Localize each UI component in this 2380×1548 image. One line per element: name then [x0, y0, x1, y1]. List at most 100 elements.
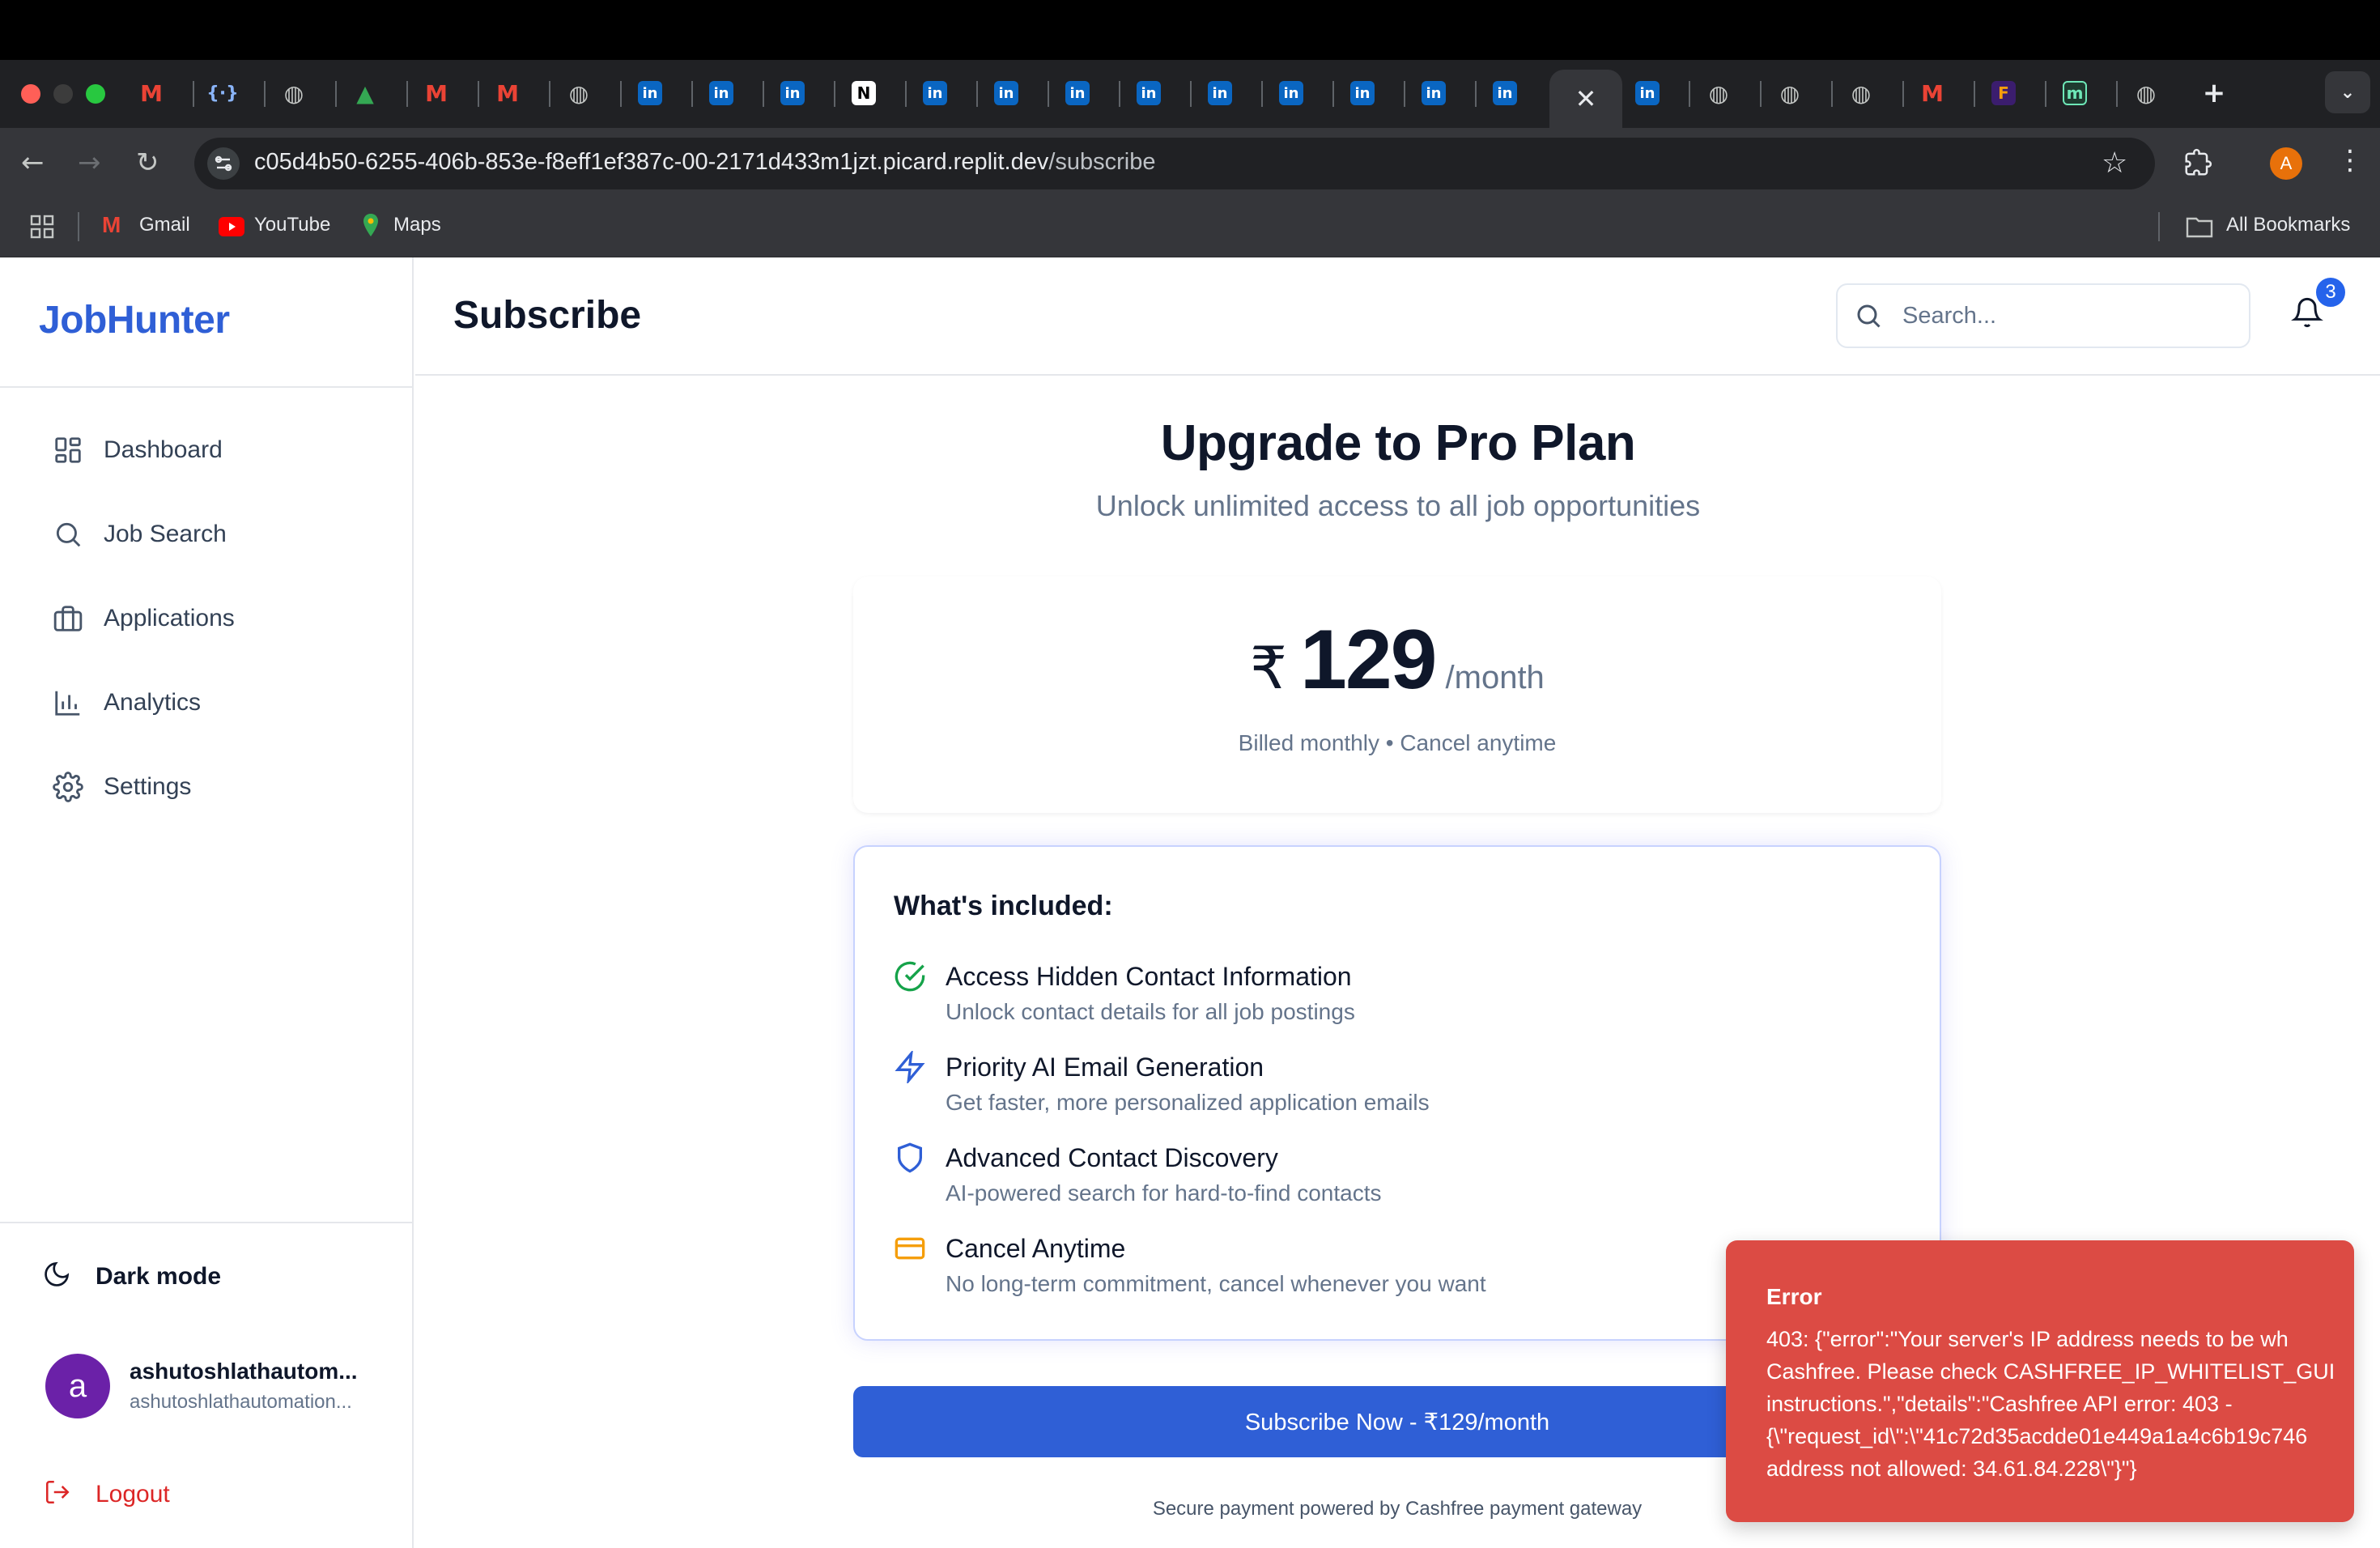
- sidebar-item-label: Applications: [104, 605, 235, 632]
- back-icon[interactable]: ←: [21, 144, 45, 181]
- tab-code-icon[interactable]: {·}: [206, 81, 239, 105]
- tab-linkedin-icon[interactable]: in: [1350, 81, 1375, 105]
- tab-gmail-icon[interactable]: M: [424, 80, 448, 107]
- tab-linkedin-icon[interactable]: in: [1279, 81, 1303, 105]
- price-currency: ₹: [1250, 636, 1287, 701]
- sidebar-item-label: Analytics: [104, 689, 202, 716]
- tab-app-icon[interactable]: m: [2063, 81, 2087, 105]
- notification-badge: 3: [2314, 275, 2348, 309]
- toast-message: 403: {"error":"Your server's IP address …: [1766, 1327, 2335, 1481]
- tab-linkedin-icon[interactable]: in: [1065, 81, 1090, 105]
- new-tab-button[interactable]: +: [2202, 77, 2226, 109]
- tab-separator: [1190, 81, 1192, 107]
- url-host: c05d4b50-6255-406b-853e-f8eff1ef387c-00-…: [254, 149, 1049, 175]
- apps-grid-icon[interactable]: [29, 214, 55, 244]
- dark-mode-toggle[interactable]: Dark mode: [42, 1260, 221, 1293]
- tab-linkedin-icon[interactable]: in: [1635, 81, 1660, 105]
- tab-app-icon[interactable]: F: [1991, 81, 2016, 105]
- billing-note: Billed monthly • Cancel anytime: [1238, 730, 1557, 755]
- tab-globe-icon[interactable]: ◍: [1706, 80, 1731, 107]
- sidebar-item-label: Settings: [104, 773, 192, 800]
- sidebar-item-label: Job Search: [104, 521, 227, 547]
- extensions-icon[interactable]: [2182, 147, 2213, 182]
- tab-globe-icon[interactable]: ◍: [282, 80, 306, 107]
- search-input[interactable]: [1836, 283, 2250, 348]
- tab-globe-icon[interactable]: ◍: [2134, 80, 2158, 107]
- reload-icon[interactable]: ↻: [136, 144, 159, 181]
- sidebar-divider: [0, 386, 414, 388]
- sidebar-item-dashboard[interactable]: Dashboard: [32, 419, 380, 481]
- window-minimize-button[interactable]: [53, 84, 73, 104]
- tab-separator: [2045, 81, 2046, 107]
- tab-notion-icon[interactable]: N: [852, 81, 876, 105]
- logout-icon: [44, 1478, 71, 1510]
- feature-description: AI-powered search for hard-to-find conta…: [946, 1180, 1382, 1206]
- tab-linkedin-icon[interactable]: in: [923, 81, 947, 105]
- tab-search-button[interactable]: ⌄: [2325, 71, 2370, 113]
- bookmark-maps[interactable]: Maps: [393, 214, 441, 236]
- all-bookmarks[interactable]: All Bookmarks: [2226, 214, 2350, 236]
- tab-linkedin-icon[interactable]: in: [1493, 81, 1517, 105]
- forward-icon[interactable]: →: [78, 144, 101, 181]
- bookmark-gmail[interactable]: Gmail: [139, 214, 190, 236]
- tab-close-icon[interactable]: ✕: [1575, 83, 1597, 114]
- active-tab[interactable]: ✕: [1549, 70, 1622, 128]
- bar-chart-icon: [50, 685, 86, 721]
- gear-icon: [50, 769, 86, 805]
- window-zoom-button[interactable]: [86, 84, 105, 104]
- credit-card-icon: [894, 1232, 926, 1269]
- tab-separator: [478, 81, 479, 107]
- sidebar-item-applications[interactable]: Applications: [32, 588, 380, 649]
- feature-description: Get faster, more personalized applicatio…: [946, 1090, 1430, 1115]
- tab-globe-icon[interactable]: ◍: [1849, 80, 1873, 107]
- browser-menu-icon[interactable]: ⋮: [2336, 144, 2364, 176]
- tab-linkedin-icon[interactable]: in: [994, 81, 1018, 105]
- avatar[interactable]: a: [45, 1354, 110, 1418]
- tab-linkedin-icon[interactable]: in: [780, 81, 805, 105]
- dark-mode-label: Dark mode: [96, 1262, 222, 1290]
- os-menu-bar: [0, 0, 2380, 60]
- tab-gmail-icon[interactable]: M: [1920, 80, 1944, 107]
- site-info-icon[interactable]: [207, 147, 240, 180]
- user-email: ashutoshlathautomation...: [130, 1391, 352, 1413]
- lightning-icon: [894, 1048, 926, 1087]
- bookmarks-bar: [0, 199, 2380, 257]
- sidebar-item-settings[interactable]: Settings: [32, 756, 380, 818]
- sidebar-item-label: Dashboard: [104, 436, 223, 463]
- tab-globe-icon[interactable]: ◍: [567, 80, 591, 107]
- tab-separator: [1760, 81, 1762, 107]
- logout-button[interactable]: Logout: [44, 1478, 170, 1510]
- features-heading: What's included:: [894, 891, 1113, 921]
- feature-title: Cancel Anytime: [946, 1234, 1126, 1263]
- tab-separator: [2116, 81, 2118, 107]
- tab-globe-icon[interactable]: ◍: [1778, 80, 1802, 107]
- bookmark-youtube[interactable]: YouTube: [254, 214, 330, 236]
- bookmark-star-icon[interactable]: ☆: [2102, 146, 2127, 180]
- sidebar-item-analytics[interactable]: Analytics: [32, 672, 380, 734]
- url-text[interactable]: c05d4b50-6255-406b-853e-f8eff1ef387c-00-…: [254, 149, 1156, 176]
- tab-gmail-icon[interactable]: M: [139, 80, 164, 107]
- tab-linkedin-icon[interactable]: in: [638, 81, 662, 105]
- tab-separator: [1902, 81, 1904, 107]
- app-logo[interactable]: JobHunter: [39, 298, 230, 342]
- sidebar-divider: [0, 1222, 414, 1223]
- tab-gmail-icon[interactable]: M: [495, 80, 520, 107]
- tab-linkedin-icon[interactable]: in: [1137, 81, 1161, 105]
- tab-separator: [406, 81, 408, 107]
- tab-drive-icon[interactable]: ▲: [353, 80, 377, 107]
- window-close-button[interactable]: [21, 84, 40, 104]
- tab-linkedin-icon[interactable]: in: [709, 81, 733, 105]
- profile-avatar[interactable]: A: [2270, 147, 2302, 180]
- tab-separator: [1831, 81, 1833, 107]
- search-icon: [1854, 301, 1883, 334]
- dashboard-icon: [50, 432, 86, 468]
- shield-icon: [894, 1142, 926, 1178]
- youtube-icon: [219, 217, 244, 236]
- tab-separator: [620, 81, 622, 107]
- tab-linkedin-icon[interactable]: in: [1208, 81, 1232, 105]
- tab-linkedin-icon[interactable]: in: [1422, 81, 1446, 105]
- url-path: /subscribe: [1048, 149, 1156, 175]
- moon-icon: [42, 1260, 71, 1293]
- error-toast[interactable]: Error 403: {"error":"Your server's IP ad…: [1726, 1240, 2354, 1522]
- sidebar-item-job-search[interactable]: Job Search: [32, 504, 380, 565]
